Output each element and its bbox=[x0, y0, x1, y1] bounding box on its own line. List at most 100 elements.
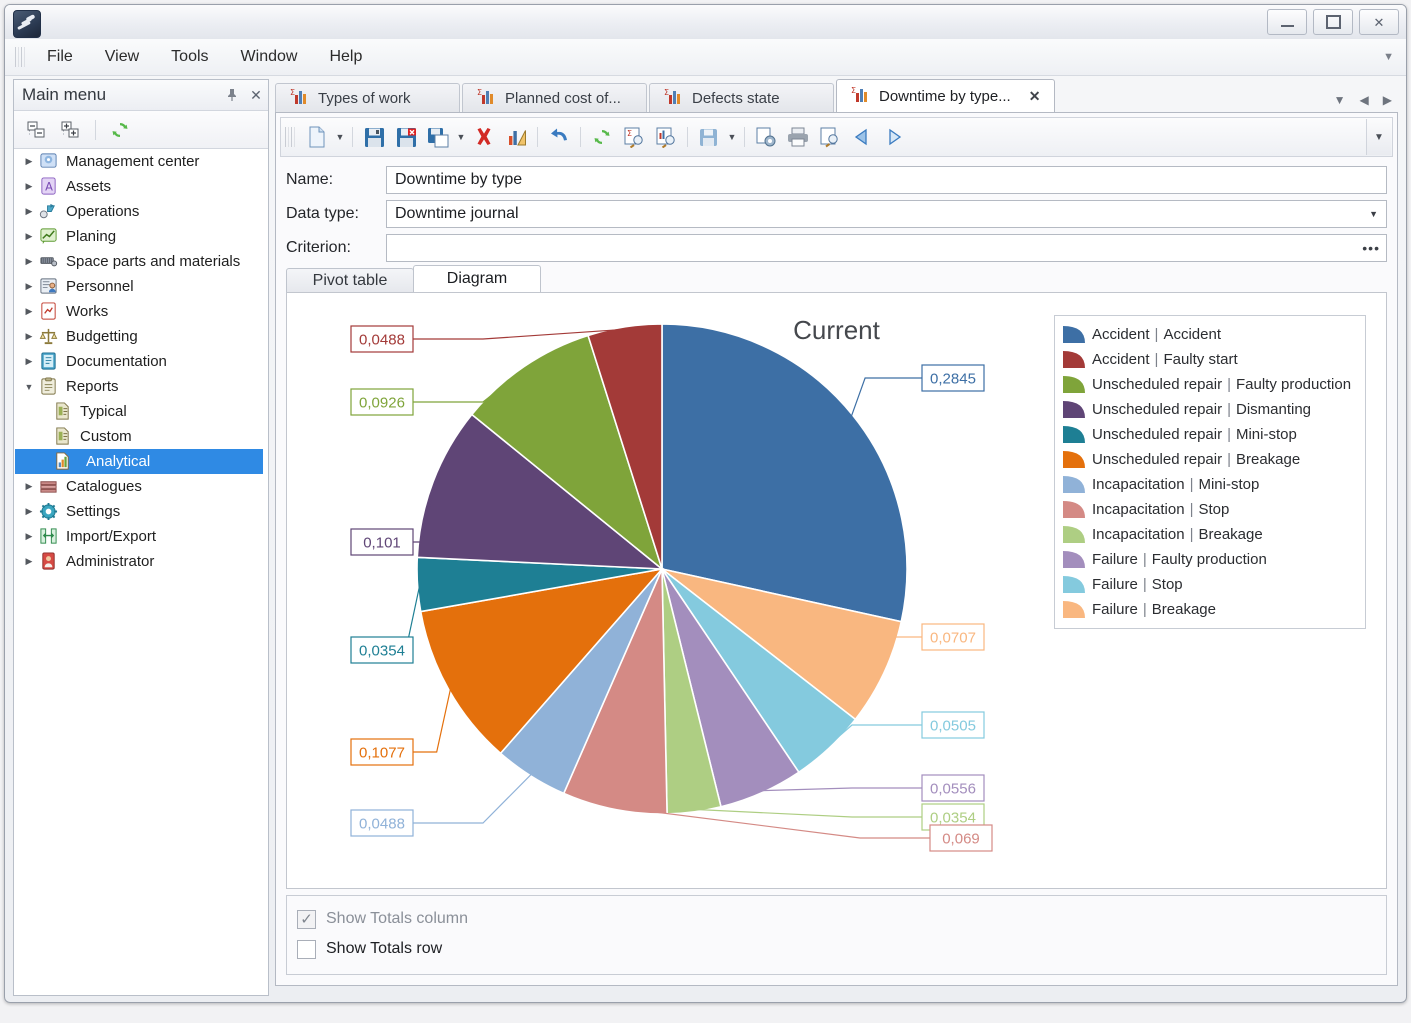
legend-item[interactable]: Incapacitation|Breakage bbox=[1063, 522, 1357, 547]
menu-item-file[interactable]: File bbox=[31, 44, 89, 70]
tab-prev-icon[interactable]: ◀ bbox=[1360, 93, 1369, 107]
menu-overflow-icon[interactable]: ▼ bbox=[1383, 51, 1394, 63]
minimize-button[interactable] bbox=[1267, 9, 1307, 35]
legend-item[interactable]: Accident|Accident bbox=[1063, 322, 1357, 347]
page-setup-icon[interactable] bbox=[750, 122, 782, 152]
tab-next-icon[interactable]: ▶ bbox=[1383, 93, 1392, 107]
tab-diagram[interactable]: Diagram bbox=[413, 265, 541, 293]
data-type-select[interactable]: Downtime journal ▼ bbox=[386, 200, 1387, 228]
pin-icon[interactable] bbox=[220, 83, 244, 107]
tab-list-icon[interactable]: ▼ bbox=[1334, 93, 1346, 107]
sidebar-item-typical[interactable]: Typical bbox=[15, 399, 267, 424]
export-save-icon[interactable] bbox=[693, 122, 725, 152]
new-document-dropdown-icon[interactable]: ▼ bbox=[333, 122, 347, 152]
chevron-right-icon[interactable]: ▶ bbox=[21, 329, 37, 345]
show-totals-row-row[interactable]: Show Totals row bbox=[297, 934, 1376, 964]
sidebar-item-works[interactable]: ▶Works bbox=[15, 299, 267, 324]
chevron-down-icon[interactable]: ▼ bbox=[1369, 209, 1378, 219]
chart-search-icon[interactable] bbox=[650, 122, 682, 152]
legend-item[interactable]: Incapacitation|Stop bbox=[1063, 497, 1357, 522]
chart-settings-icon[interactable] bbox=[500, 122, 532, 152]
show-totals-column-row[interactable]: ✓ Show Totals column bbox=[297, 904, 1376, 934]
chevron-right-icon[interactable]: ▶ bbox=[21, 529, 37, 545]
sidebar-item-operations[interactable]: ▶Operations bbox=[15, 199, 267, 224]
export-save-dropdown-icon[interactable]: ▼ bbox=[725, 122, 739, 152]
save-close-icon[interactable] bbox=[390, 122, 422, 152]
next-page-icon[interactable] bbox=[878, 122, 910, 152]
menu-item-tools[interactable]: Tools bbox=[155, 44, 224, 70]
expand-all-icon[interactable] bbox=[56, 116, 86, 144]
criterion-browse-button[interactable]: ••• bbox=[1362, 240, 1380, 256]
menu-item-window[interactable]: Window bbox=[225, 44, 314, 70]
legend-item[interactable]: Failure|Faulty production bbox=[1063, 547, 1357, 572]
show-totals-row-checkbox[interactable] bbox=[297, 940, 316, 959]
new-document-icon[interactable] bbox=[301, 122, 333, 152]
sidebar-item-settings[interactable]: ▶Settings bbox=[15, 499, 267, 524]
sidebar-item-custom[interactable]: Custom bbox=[15, 424, 267, 449]
chevron-right-icon[interactable]: ▶ bbox=[21, 229, 37, 245]
document-tab-0[interactable]: ΣTypes of work bbox=[275, 83, 460, 113]
refresh-icon[interactable] bbox=[586, 122, 618, 152]
collapse-all-icon[interactable] bbox=[22, 116, 52, 144]
save-as-icon[interactable] bbox=[422, 122, 454, 152]
legend-item[interactable]: Failure|Stop bbox=[1063, 572, 1357, 597]
legend-item[interactable]: Unscheduled repair|Faulty production bbox=[1063, 372, 1357, 397]
refresh-icon[interactable] bbox=[105, 116, 135, 144]
criterion-input[interactable]: ••• bbox=[386, 234, 1387, 262]
chevron-right-icon[interactable]: ▶ bbox=[21, 479, 37, 495]
menu-item-view[interactable]: View bbox=[89, 44, 155, 70]
legend-item[interactable]: Unscheduled repair|Dismanting bbox=[1063, 397, 1357, 422]
document-tab-1[interactable]: ΣPlanned cost of... bbox=[462, 83, 647, 113]
legend-item[interactable]: Failure|Breakage bbox=[1063, 597, 1357, 622]
chevron-right-icon[interactable]: ▶ bbox=[21, 154, 37, 170]
chevron-right-icon[interactable]: ▶ bbox=[21, 504, 37, 520]
chevron-right-icon[interactable]: ▶ bbox=[21, 254, 37, 270]
previous-page-icon[interactable] bbox=[846, 122, 878, 152]
chevron-down-icon[interactable]: ▼ bbox=[21, 379, 37, 395]
tab-pivot-table[interactable]: Pivot table bbox=[286, 268, 414, 293]
toolbar-overflow-icon[interactable]: ▼ bbox=[1366, 119, 1391, 155]
sidebar-item-personnel[interactable]: ▶Personnel bbox=[15, 274, 267, 299]
legend-item[interactable]: Unscheduled repair|Breakage bbox=[1063, 447, 1357, 472]
sidebar-item-analytical[interactable]: Analytical bbox=[15, 449, 263, 474]
toolbar-grip-icon[interactable] bbox=[285, 127, 295, 147]
legend-item[interactable]: Unscheduled repair|Mini-stop bbox=[1063, 422, 1357, 447]
chevron-right-icon[interactable]: ▶ bbox=[21, 204, 37, 220]
chevron-right-icon[interactable]: ▶ bbox=[21, 279, 37, 295]
sidebar-item-administrator[interactable]: ▶Administrator bbox=[15, 549, 267, 574]
save-icon[interactable] bbox=[358, 122, 390, 152]
sidebar-item-assets[interactable]: ▶AAssets bbox=[15, 174, 267, 199]
print-icon[interactable] bbox=[782, 122, 814, 152]
document-tab-2[interactable]: ΣDefects state bbox=[649, 83, 834, 113]
show-totals-column-checkbox[interactable]: ✓ bbox=[297, 910, 316, 929]
maximize-button[interactable] bbox=[1313, 9, 1353, 35]
navigation-tree[interactable]: ▶Management center▶AAssets▶Operations▶Pl… bbox=[15, 149, 267, 994]
sidebar-item-import-export[interactable]: ▶Import/Export bbox=[15, 524, 267, 549]
chevron-right-icon[interactable]: ▶ bbox=[21, 179, 37, 195]
legend-item[interactable]: Accident|Faulty start bbox=[1063, 347, 1357, 372]
menu-grip-icon[interactable] bbox=[15, 47, 25, 67]
legend-item[interactable]: Incapacitation|Mini-stop bbox=[1063, 472, 1357, 497]
close-button[interactable]: ✕ bbox=[1359, 9, 1399, 35]
menu-item-help[interactable]: Help bbox=[313, 44, 378, 70]
tab-close-icon[interactable]: ✕ bbox=[1029, 88, 1041, 105]
toolbar-separator bbox=[744, 127, 745, 147]
document-tab-3[interactable]: ΣDowntime by type...✕ bbox=[836, 79, 1055, 113]
close-icon[interactable]: ✕ bbox=[244, 83, 268, 107]
sidebar-item-space-parts-and-materials[interactable]: ▶Space parts and materials bbox=[15, 249, 267, 274]
sidebar-item-planing[interactable]: ▶Planing bbox=[15, 224, 267, 249]
sidebar-item-catalogues[interactable]: ▶Catalogues bbox=[15, 474, 267, 499]
name-input[interactable]: Downtime by type bbox=[386, 166, 1387, 194]
sum-search-icon[interactable]: Σ bbox=[618, 122, 650, 152]
chevron-right-icon[interactable]: ▶ bbox=[21, 304, 37, 320]
save-as-dropdown-icon[interactable]: ▼ bbox=[454, 122, 468, 152]
sidebar-item-budgetting[interactable]: ▶Budgetting bbox=[15, 324, 267, 349]
chevron-right-icon[interactable]: ▶ bbox=[21, 554, 37, 570]
sidebar-item-reports[interactable]: ▼Reports bbox=[15, 374, 267, 399]
undo-icon[interactable] bbox=[543, 122, 575, 152]
delete-icon[interactable] bbox=[468, 122, 500, 152]
sidebar-item-management-center[interactable]: ▶Management center bbox=[15, 149, 267, 174]
chevron-right-icon[interactable]: ▶ bbox=[21, 354, 37, 370]
sidebar-item-documentation[interactable]: ▶Documentation bbox=[15, 349, 267, 374]
print-preview-icon[interactable] bbox=[814, 122, 846, 152]
